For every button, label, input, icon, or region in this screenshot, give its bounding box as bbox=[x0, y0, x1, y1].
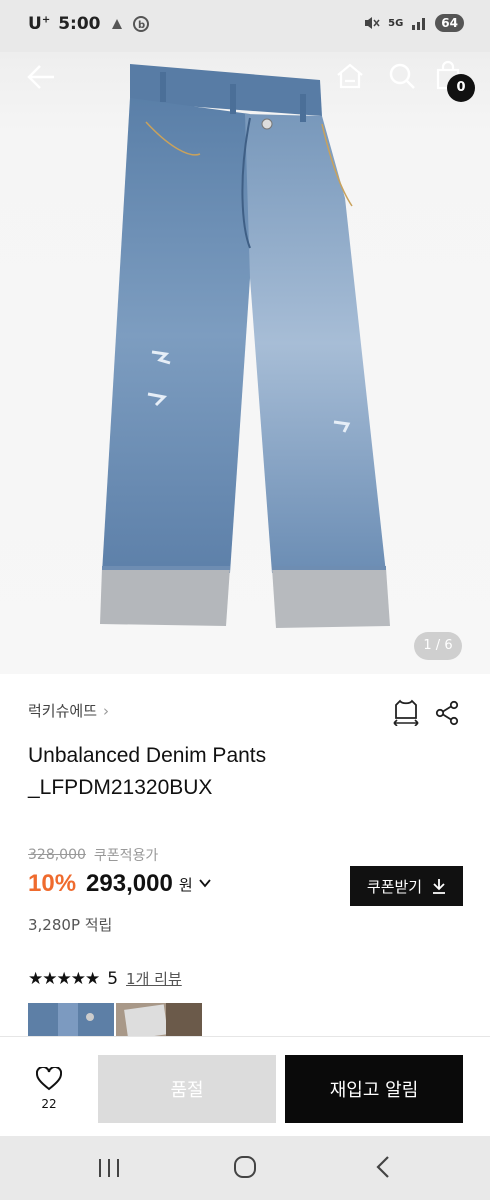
top-navigation: 0 bbox=[0, 52, 490, 102]
notification-icon bbox=[111, 19, 122, 29]
bottom-action-bar: 22 품절 재입고 알림 bbox=[0, 1036, 490, 1136]
cart-count-badge: 0 bbox=[447, 74, 475, 102]
coupon-download-button[interactable]: 쿠폰받기 bbox=[350, 866, 463, 906]
status-time: 5:00 bbox=[58, 14, 101, 34]
network-label: 5G bbox=[388, 17, 404, 29]
status-left: U+ 5:00 b bbox=[28, 14, 149, 34]
reward-points: 3,280P 적립 bbox=[28, 916, 113, 934]
battery-badge: 64 bbox=[435, 14, 464, 32]
rating-stars: ★★★★★ bbox=[28, 968, 100, 989]
review-thumbnail[interactable] bbox=[116, 1003, 202, 1037]
review-thumbnail[interactable] bbox=[28, 1003, 114, 1037]
chevron-down-icon[interactable] bbox=[198, 877, 211, 891]
app-b-icon: b bbox=[132, 16, 149, 32]
like-button[interactable]: 22 bbox=[30, 1065, 68, 1117]
system-home-icon[interactable] bbox=[232, 1154, 258, 1180]
product-title: Unbalanced Denim Pants _LFPDM21320BUX bbox=[28, 740, 468, 804]
image-page-indicator: 1 / 6 bbox=[414, 632, 462, 660]
size-guide-icon[interactable] bbox=[392, 698, 420, 726]
search-icon[interactable] bbox=[386, 60, 418, 92]
home-icon[interactable] bbox=[334, 60, 366, 92]
sale-price: 293,000 bbox=[86, 870, 173, 897]
share-icon[interactable] bbox=[434, 700, 460, 726]
like-count: 22 bbox=[41, 1097, 57, 1111]
download-icon bbox=[433, 879, 446, 894]
original-price: 328,000 bbox=[28, 847, 86, 863]
heart-icon bbox=[35, 1065, 63, 1091]
coupon-price-label: 쿠폰적용가 bbox=[93, 848, 159, 864]
review-thumbnails bbox=[28, 1003, 202, 1037]
sale-price-row[interactable]: 10% 293,000 원 bbox=[28, 870, 211, 898]
brand-link[interactable]: 럭키슈에뜨 › bbox=[28, 700, 109, 721]
svg-text:b: b bbox=[138, 20, 145, 31]
original-price-row: 328,000 쿠폰적용가 bbox=[28, 845, 158, 865]
currency-label: 원 bbox=[178, 875, 193, 894]
mute-icon bbox=[365, 17, 380, 29]
chevron-right-icon: › bbox=[103, 701, 110, 720]
restock-alert-button[interactable]: 재입고 알림 bbox=[285, 1055, 463, 1123]
system-back-icon[interactable] bbox=[372, 1154, 394, 1180]
soldout-button[interactable]: 품절 bbox=[98, 1055, 276, 1123]
product-title-line1: Unbalanced Denim Pants bbox=[28, 744, 267, 767]
recent-apps-icon[interactable] bbox=[96, 1156, 122, 1180]
rating-row: ★★★★★ 5 1개 리뷰 bbox=[28, 968, 182, 989]
arrow-left-icon[interactable] bbox=[24, 60, 58, 94]
carrier-label: U+ bbox=[28, 14, 51, 34]
rating-value: 5 bbox=[107, 968, 119, 989]
product-image-carousel[interactable]: 0 1 / 6 bbox=[0, 52, 490, 674]
brand-name: 럭키슈에뜨 bbox=[28, 702, 98, 720]
review-link[interactable]: 1개 리뷰 bbox=[126, 968, 182, 989]
system-navigation-bar bbox=[0, 1136, 490, 1200]
discount-rate: 10% bbox=[28, 870, 77, 897]
product-photo bbox=[100, 64, 390, 628]
signal-icon bbox=[412, 18, 426, 30]
status-right: 5G 64 bbox=[364, 14, 464, 32]
coupon-button-label: 쿠폰받기 bbox=[366, 877, 423, 896]
status-bar: U+ 5:00 b 5G 64 bbox=[0, 0, 490, 52]
product-title-line2: _LFPDM21320BUX bbox=[28, 776, 213, 799]
